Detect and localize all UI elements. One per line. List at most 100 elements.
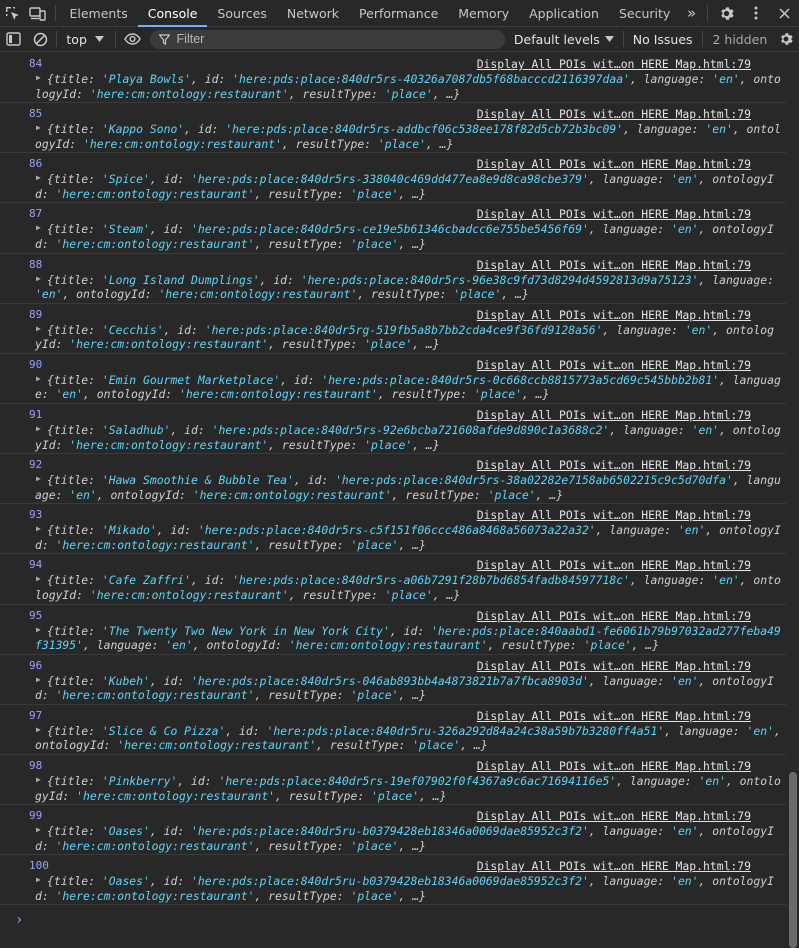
source-link[interactable]: Display All POIs wit…on HERE Map.html:79 [477, 107, 751, 121]
console-message[interactable]: 89 Display All POIs wit…on HERE Map.html:… [0, 304, 786, 354]
object-preview[interactable]: {title: 'Steam', id: 'here:pds:place:840… [35, 222, 774, 252]
console-scrollbar[interactable] [786, 53, 799, 948]
gear-icon[interactable] [712, 0, 741, 26]
property-text: {title: [47, 824, 102, 839]
filter-input[interactable] [176, 32, 497, 46]
console-message[interactable]: 91 Display All POIs wit…on HERE Map.html:… [0, 404, 786, 455]
console-settings-gear-icon[interactable] [772, 27, 799, 52]
tab-sources[interactable]: Sources [207, 0, 276, 26]
console-message[interactable]: 100 Display All POIs wit…on HERE Map.html… [0, 855, 786, 906]
string-value: 'en' [698, 773, 726, 788]
close-icon[interactable] [770, 0, 799, 26]
object-preview[interactable]: {title: 'The Twenty Two New York in New … [35, 623, 781, 653]
tab-console[interactable]: Console [137, 0, 208, 27]
log-levels-dropdown[interactable]: Default levels [505, 32, 620, 47]
source-link[interactable]: Display All POIs wit…on HERE Map.html:79 [477, 659, 751, 673]
scrollbar-thumb[interactable] [789, 772, 797, 948]
source-link[interactable]: Display All POIs wit…on HERE Map.html:79 [477, 408, 751, 422]
source-link[interactable]: Display All POIs wit…on HERE Map.html:79 [477, 308, 751, 322]
source-link[interactable]: Display All POIs wit…on HERE Map.html:79 [477, 759, 751, 773]
tab-application[interactable]: Application [519, 0, 609, 26]
string-value: 'The Twenty Two New York in New York Cit… [101, 623, 390, 638]
object-preview[interactable]: {title: 'Mikado', id: 'here:pds:place:84… [35, 523, 781, 552]
object-preview[interactable]: {title: 'Saladhub', id: 'here:pds:place:… [35, 423, 781, 452]
property-text: , resultType: [254, 888, 351, 903]
object-preview[interactable]: {title: 'Oases', id: 'here:pds:place:840… [35, 874, 774, 903]
property-text: , ontologyId: [62, 287, 159, 302]
console-message[interactable]: 85 Display All POIs wit…on HERE Map.html:… [0, 103, 786, 154]
property-text: , id: [149, 874, 192, 889]
object-preview[interactable]: {title: 'Spice', id: 'here:pds:place:840… [35, 172, 774, 201]
source-link[interactable]: Display All POIs wit…on HERE Map.html:79 [477, 258, 751, 272]
console-message[interactable]: 95 Display All POIs wit…on HERE Map.html:… [0, 605, 786, 655]
console-message[interactable]: 97 Display All POIs wit…on HERE Map.html:… [0, 705, 786, 755]
inspect-element-icon[interactable] [0, 0, 25, 26]
console-message[interactable]: 92 Display All POIs wit…on HERE Map.html:… [0, 454, 786, 505]
property-text: , id: [293, 473, 336, 488]
source-link[interactable]: Display All POIs wit…on HERE Map.html:79 [477, 859, 751, 873]
message-value-index: 99 [29, 809, 43, 823]
string-value: 'here:cm:ontology:restaurant' [55, 237, 255, 252]
console-message[interactable]: 86 Display All POIs wit…on HERE Map.html:… [0, 153, 786, 204]
context-selector[interactable]: top [60, 32, 111, 47]
string-value: 'here:pds:place:840dr5rs-ce19e5b61346cba… [191, 222, 589, 237]
object-preview[interactable]: {title: 'Slice & Co Pizza', id: 'here:pd… [35, 723, 781, 753]
property-text: , languag [719, 372, 781, 387]
property-text: , …} [631, 638, 660, 653]
clear-console-icon[interactable] [27, 27, 54, 52]
source-link[interactable]: Display All POIs wit…on HERE Map.html:79 [477, 558, 751, 572]
object-preview[interactable]: {title: 'Cecchis', id: 'here:pds:place:8… [35, 323, 774, 352]
preview-line: {title: 'Mikado', id: 'here:pds:place:84… [35, 523, 781, 538]
source-link[interactable]: Display All POIs wit…on HERE Map.html:79 [477, 809, 751, 823]
property-text: , …} [521, 387, 550, 402]
preview-line: ontologyId: 'here:cm:ontology:restaurant… [35, 738, 753, 753]
issues-button[interactable]: No Issues [627, 32, 699, 47]
object-preview[interactable]: {title: 'Cafe Zaffri', id: 'here:pds:pla… [35, 573, 781, 602]
source-link[interactable]: Display All POIs wit…on HERE Map.html:79 [477, 609, 751, 623]
source-link[interactable]: Display All POIs wit…on HERE Map.html:79 [477, 458, 751, 472]
tab-memory[interactable]: Memory [448, 0, 519, 26]
property-text: , resultType: [268, 437, 365, 452]
source-link[interactable]: Display All POIs wit…on HERE Map.html:79 [477, 57, 751, 71]
sidebar-toggle-icon[interactable] [0, 27, 27, 52]
source-link[interactable]: Display All POIs wit…on HERE Map.html:79 [477, 358, 751, 372]
more-tabs-button[interactable]: » [680, 0, 703, 26]
console-message[interactable]: 99 Display All POIs wit…on HERE Map.html:… [0, 805, 786, 856]
device-toolbar-icon[interactable] [25, 0, 50, 26]
object-preview[interactable]: {title: 'Kubeh', id: 'here:pds:place:840… [35, 674, 774, 703]
source-link[interactable]: Display All POIs wit…on HERE Map.html:79 [477, 157, 751, 171]
object-preview[interactable]: {title: 'Oases', id: 'here:pds:place:840… [35, 824, 774, 853]
object-preview[interactable]: {title: 'Pinkberry', id: 'here:pds:place… [35, 773, 781, 803]
eye-icon[interactable] [119, 27, 146, 52]
string-value: 'here:cm:ontology:restaurant' [69, 437, 269, 452]
object-preview[interactable]: {title: 'Emin Gourmet Marketplace', id: … [35, 373, 781, 402]
tab-elements[interactable]: Elements [60, 0, 138, 26]
console-message[interactable]: 93 Display All POIs wit…on HERE Map.html:… [0, 504, 786, 555]
source-link[interactable]: Display All POIs wit…on HERE Map.html:79 [477, 508, 751, 522]
console-message[interactable]: 88 Display All POIs wit…on HERE Map.html:… [0, 254, 786, 304]
object-preview[interactable]: {title: 'Kappo Sono', id: 'here:pds:plac… [35, 122, 781, 151]
property-text: , id: [184, 122, 226, 137]
console-message[interactable]: 96 Display All POIs wit…on HERE Map.html:… [0, 655, 786, 705]
console-message[interactable]: 87 Display All POIs wit…on HERE Map.html:… [0, 203, 786, 254]
console-prompt[interactable]: › [15, 912, 23, 928]
source-link[interactable]: Display All POIs wit…on HERE Map.html:79 [477, 709, 751, 723]
property-text: {title: [47, 723, 102, 738]
object-preview[interactable]: {title: 'Playa Bowls', id: 'here:pds:pla… [35, 72, 781, 101]
property-text: , …} [432, 588, 461, 602]
tab-performance[interactable]: Performance [349, 0, 448, 26]
console-message[interactable]: 90 Display All POIs wit…on HERE Map.html:… [0, 354, 786, 404]
object-preview[interactable]: {title: 'Long Island Dumplings', id: 'he… [35, 273, 774, 302]
tab-security[interactable]: Security [609, 0, 680, 26]
property-text: {title: [47, 773, 102, 788]
tab-network[interactable]: Network [277, 0, 349, 26]
console-message[interactable]: 94 Display All POIs wit…on HERE Map.html:… [0, 554, 786, 605]
property-text: age: [35, 487, 70, 502]
console-message[interactable]: 84 Display All POIs wit…on HERE Map.html:… [0, 53, 786, 104]
object-preview[interactable]: {title: 'Hawa Smoothie & Bubble Tea', id… [35, 473, 781, 502]
console-message[interactable]: 98 Display All POIs wit…on HERE Map.html:… [0, 755, 786, 806]
kebab-menu-icon[interactable] [741, 0, 770, 26]
property-text: , …} [425, 136, 454, 151]
string-value: 'here:pds:place:840dr5rs-38a02282e7158ab… [335, 473, 733, 488]
source-link[interactable]: Display All POIs wit…on HERE Map.html:79 [477, 207, 751, 221]
